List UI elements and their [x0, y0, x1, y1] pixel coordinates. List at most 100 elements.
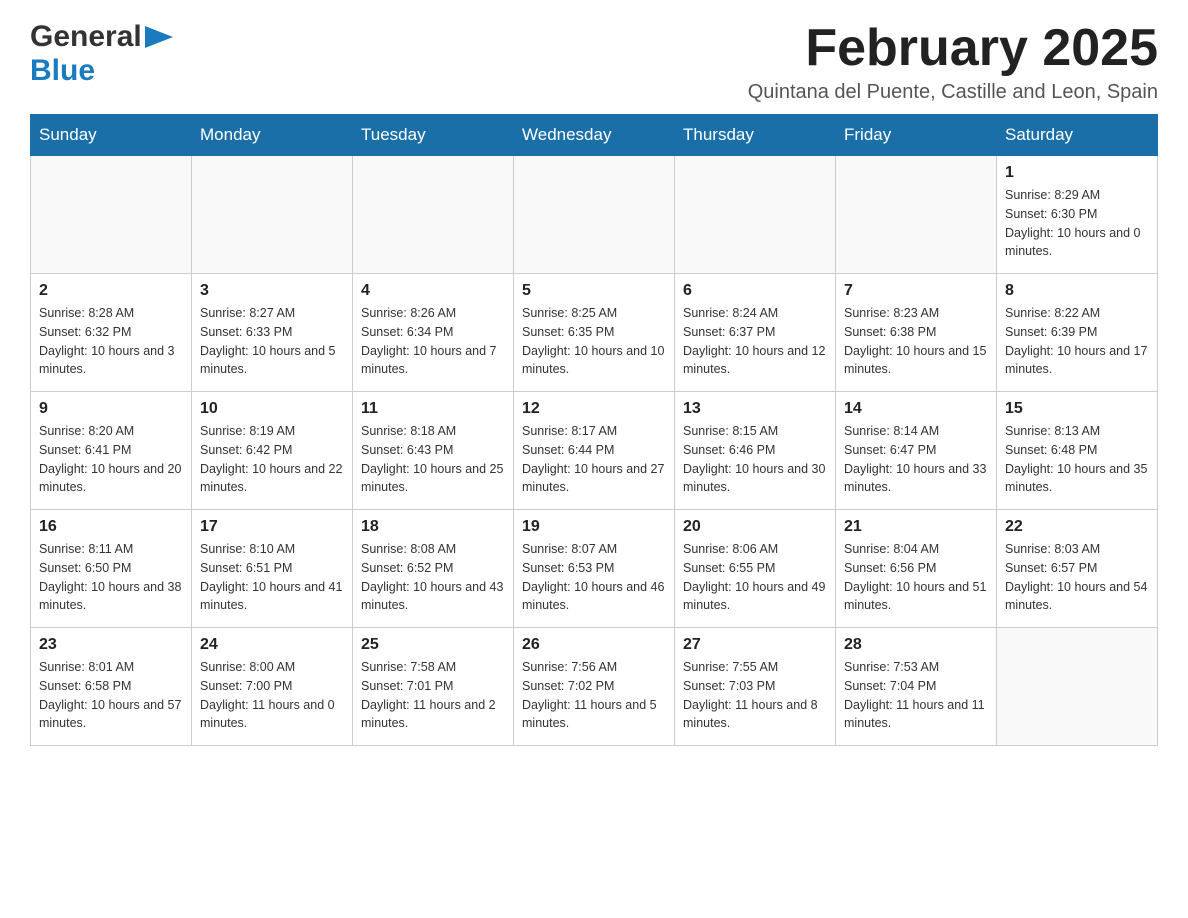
calendar-week-row: 23 Sunrise: 8:01 AMSunset: 6:58 PMDayligh… [31, 628, 1158, 746]
day-number: 27 [683, 636, 827, 654]
calendar-cell: 17 Sunrise: 8:10 AMSunset: 6:51 PMDayligh… [192, 510, 353, 628]
calendar-cell: 8 Sunrise: 8:22 AMSunset: 6:39 PMDaylight… [997, 274, 1158, 392]
day-number: 24 [200, 636, 344, 654]
calendar-week-row: 2Sunrise: 8:28 AMSunset: 6:32 PMDaylight… [31, 274, 1158, 392]
calendar-week-row: 16 Sunrise: 8:11 AMSunset: 6:50 PMDayligh… [31, 510, 1158, 628]
day-number: 3 [200, 282, 344, 300]
logo-blue: Blue [30, 54, 95, 87]
calendar-week-row: 9Sunrise: 8:20 AMSunset: 6:41 PMDaylight… [31, 392, 1158, 510]
day-number: 12 [522, 400, 666, 418]
day-info: Sunrise: 7:55 AMSunset: 7:03 PMDaylight:… [683, 658, 827, 733]
calendar-cell: 28 Sunrise: 7:53 AMSunset: 7:04 PMDayligh… [836, 628, 997, 746]
day-number: 13 [683, 400, 827, 418]
calendar-cell: 23 Sunrise: 8:01 AMSunset: 6:58 PMDayligh… [31, 628, 192, 746]
day-info: Sunrise: 8:03 AMSunset: 6:57 PMDaylight:… [1005, 540, 1149, 615]
day-number: 10 [200, 400, 344, 418]
calendar-cell: 25Sunrise: 7:58 AMSunset: 7:01 PMDayligh… [353, 628, 514, 746]
column-header-thursday: Thursday [675, 115, 836, 156]
location-title: Quintana del Puente, Castille and Leon, … [748, 81, 1158, 104]
day-info: Sunrise: 8:01 AMSunset: 6:58 PMDaylight:… [39, 658, 183, 733]
month-title: February 2025 [748, 20, 1158, 77]
day-number: 21 [844, 518, 988, 536]
calendar-cell [997, 628, 1158, 746]
calendar-cell: 14 Sunrise: 8:14 AMSunset: 6:47 PMDayligh… [836, 392, 997, 510]
day-info: Sunrise: 8:28 AMSunset: 6:32 PMDaylight:… [39, 304, 183, 379]
column-header-monday: Monday [192, 115, 353, 156]
day-number: 4 [361, 282, 505, 300]
calendar-cell [31, 156, 192, 274]
calendar-cell [836, 156, 997, 274]
calendar-cell: 27 Sunrise: 7:55 AMSunset: 7:03 PMDayligh… [675, 628, 836, 746]
column-header-wednesday: Wednesday [514, 115, 675, 156]
logo: General Blue [30, 20, 173, 88]
calendar-cell: 22 Sunrise: 8:03 AMSunset: 6:57 PMDayligh… [997, 510, 1158, 628]
day-number: 22 [1005, 518, 1149, 536]
calendar-table: SundayMondayTuesdayWednesdayThursdayFrid… [30, 114, 1158, 746]
calendar-cell: 24Sunrise: 8:00 AMSunset: 7:00 PMDayligh… [192, 628, 353, 746]
calendar-header-row: SundayMondayTuesdayWednesdayThursdayFrid… [31, 115, 1158, 156]
day-info: Sunrise: 7:53 AMSunset: 7:04 PMDaylight:… [844, 658, 988, 733]
day-info: Sunrise: 8:14 AMSunset: 6:47 PMDaylight:… [844, 422, 988, 497]
calendar-cell: 12 Sunrise: 8:17 AMSunset: 6:44 PMDayligh… [514, 392, 675, 510]
day-info: Sunrise: 8:26 AMSunset: 6:34 PMDaylight:… [361, 304, 505, 379]
calendar-cell: 20 Sunrise: 8:06 AMSunset: 6:55 PMDayligh… [675, 510, 836, 628]
day-info: Sunrise: 8:19 AMSunset: 6:42 PMDaylight:… [200, 422, 344, 497]
column-header-saturday: Saturday [997, 115, 1158, 156]
day-info: Sunrise: 8:08 AMSunset: 6:52 PMDaylight:… [361, 540, 505, 615]
calendar-cell: 19Sunrise: 8:07 AMSunset: 6:53 PMDayligh… [514, 510, 675, 628]
calendar-cell: 10 Sunrise: 8:19 AMSunset: 6:42 PMDayligh… [192, 392, 353, 510]
day-number: 28 [844, 636, 988, 654]
logo-general: General [30, 20, 142, 54]
day-info: Sunrise: 8:22 AMSunset: 6:39 PMDaylight:… [1005, 304, 1149, 379]
calendar-cell: 16 Sunrise: 8:11 AMSunset: 6:50 PMDayligh… [31, 510, 192, 628]
calendar-cell: 13 Sunrise: 8:15 AMSunset: 6:46 PMDayligh… [675, 392, 836, 510]
day-number: 23 [39, 636, 183, 654]
logo-arrow-icon [145, 26, 173, 48]
day-number: 9 [39, 400, 183, 418]
day-number: 16 [39, 518, 183, 536]
column-header-tuesday: Tuesday [353, 115, 514, 156]
day-info: Sunrise: 8:11 AMSunset: 6:50 PMDaylight:… [39, 540, 183, 615]
day-number: 7 [844, 282, 988, 300]
day-number: 20 [683, 518, 827, 536]
day-info: Sunrise: 8:13 AMSunset: 6:48 PMDaylight:… [1005, 422, 1149, 497]
calendar-cell: 15 Sunrise: 8:13 AMSunset: 6:48 PMDayligh… [997, 392, 1158, 510]
calendar-cell: 18 Sunrise: 8:08 AMSunset: 6:52 PMDayligh… [353, 510, 514, 628]
day-number: 15 [1005, 400, 1149, 418]
day-info: Sunrise: 8:17 AMSunset: 6:44 PMDaylight:… [522, 422, 666, 497]
day-number: 25 [361, 636, 505, 654]
calendar-cell: 7 Sunrise: 8:23 AMSunset: 6:38 PMDaylight… [836, 274, 997, 392]
day-info: Sunrise: 7:56 AMSunset: 7:02 PMDaylight:… [522, 658, 666, 733]
day-info: Sunrise: 8:23 AMSunset: 6:38 PMDaylight:… [844, 304, 988, 379]
day-info: Sunrise: 8:27 AMSunset: 6:33 PMDaylight:… [200, 304, 344, 379]
day-info: Sunrise: 8:24 AMSunset: 6:37 PMDaylight:… [683, 304, 827, 379]
day-info: Sunrise: 8:06 AMSunset: 6:55 PMDaylight:… [683, 540, 827, 615]
day-info: Sunrise: 8:07 AMSunset: 6:53 PMDaylight:… [522, 540, 666, 615]
column-header-sunday: Sunday [31, 115, 192, 156]
day-number: 6 [683, 282, 827, 300]
day-number: 8 [1005, 282, 1149, 300]
calendar-cell: 3 Sunrise: 8:27 AMSunset: 6:33 PMDaylight… [192, 274, 353, 392]
day-number: 14 [844, 400, 988, 418]
calendar-cell [675, 156, 836, 274]
day-info: Sunrise: 8:15 AMSunset: 6:46 PMDaylight:… [683, 422, 827, 497]
column-header-friday: Friday [836, 115, 997, 156]
calendar-cell [514, 156, 675, 274]
page-header: General Blue February 2025 Quintana del … [30, 20, 1158, 104]
day-number: 18 [361, 518, 505, 536]
day-number: 1 [1005, 164, 1149, 182]
calendar-cell: 2Sunrise: 8:28 AMSunset: 6:32 PMDaylight… [31, 274, 192, 392]
day-number: 26 [522, 636, 666, 654]
calendar-cell: 1 Sunrise: 8:29 AMSunset: 6:30 PMDaylight… [997, 156, 1158, 274]
day-info: Sunrise: 8:29 AMSunset: 6:30 PMDaylight:… [1005, 186, 1149, 261]
day-info: Sunrise: 8:18 AMSunset: 6:43 PMDaylight:… [361, 422, 505, 497]
day-number: 11 [361, 400, 505, 418]
day-number: 5 [522, 282, 666, 300]
day-info: Sunrise: 8:10 AMSunset: 6:51 PMDaylight:… [200, 540, 344, 615]
calendar-cell: 6 Sunrise: 8:24 AMSunset: 6:37 PMDaylight… [675, 274, 836, 392]
calendar-cell: 26 Sunrise: 7:56 AMSunset: 7:02 PMDayligh… [514, 628, 675, 746]
calendar-cell [353, 156, 514, 274]
day-number: 17 [200, 518, 344, 536]
calendar-cell: 9Sunrise: 8:20 AMSunset: 6:41 PMDaylight… [31, 392, 192, 510]
calendar-cell: 4 Sunrise: 8:26 AMSunset: 6:34 PMDaylight… [353, 274, 514, 392]
